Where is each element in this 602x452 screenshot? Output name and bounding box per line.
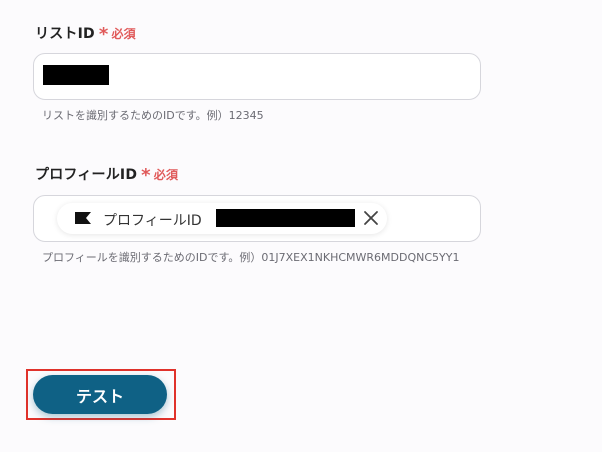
redacted-value xyxy=(43,65,109,85)
profile-id-label-text: プロフィールID xyxy=(35,167,138,183)
list-id-hint: リストを識別するためのIDです。例）12345 xyxy=(42,109,264,122)
list-id-label: リストID * 必須 xyxy=(35,23,136,45)
profile-id-label: プロフィールID * 必須 xyxy=(35,164,179,186)
test-button[interactable]: テスト xyxy=(33,375,167,414)
required-badge: 必須 xyxy=(153,167,179,182)
list-id-label-text: リストID xyxy=(35,26,95,42)
required-asterisk: * xyxy=(141,165,151,186)
chip-label: プロフィールID xyxy=(103,213,202,229)
list-id-input[interactable] xyxy=(33,53,481,100)
close-icon[interactable] xyxy=(362,209,380,227)
required-badge: 必須 xyxy=(111,26,136,41)
profile-id-hint: プロフィールを識別するためのIDです。例）01J7XEX1NKHCMWR6MDD… xyxy=(42,251,460,264)
required-asterisk: * xyxy=(98,24,109,45)
flag-icon xyxy=(75,212,91,224)
redacted-value xyxy=(216,209,355,227)
profile-id-chip[interactable]: プロフィールID xyxy=(57,203,387,234)
